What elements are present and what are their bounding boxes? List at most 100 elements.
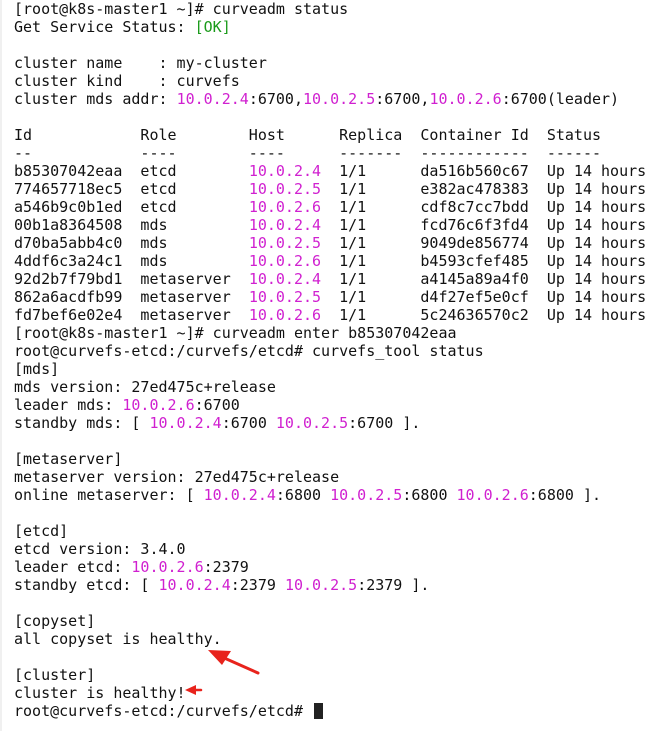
terminal-output: [root@k8s-master1 ~]# curveadm status Get… bbox=[14, 0, 652, 720]
terminal-text: standby mds: [ bbox=[14, 414, 150, 432]
terminal-text: :6700, bbox=[248, 90, 303, 108]
terminal-text: cluster is healthy! bbox=[14, 684, 186, 702]
terminal-line: standby etcd: [ 10.0.2.4:2379 10.0.2.5:2… bbox=[14, 576, 652, 594]
ip-address: 10.0.2.6 bbox=[122, 396, 195, 414]
terminal-text: :6700 bbox=[194, 396, 240, 414]
terminal-text: [etcd] bbox=[14, 522, 69, 540]
terminal-text: :6700(leader) bbox=[501, 90, 620, 108]
ip-address: 10.0.2.6 bbox=[429, 90, 502, 108]
terminal-line: mds version: 27ed475c+release bbox=[14, 378, 652, 396]
terminal-line: cluster name : my-cluster bbox=[14, 54, 652, 72]
terminal-line: online metaserver: [ 10.0.2.4:6800 10.0.… bbox=[14, 486, 652, 504]
terminal-line: [etcd] bbox=[14, 522, 652, 540]
terminal-text: [copyset] bbox=[14, 612, 96, 630]
ip-address: 10.0.2.5 bbox=[248, 288, 322, 306]
terminal-text: :6700 ]. bbox=[348, 414, 421, 432]
ip-address: 10.0.2.4 bbox=[158, 576, 231, 594]
terminal-text: [root@k8s-master1 ~]# curveadm status bbox=[14, 0, 349, 18]
terminal-text: [metaserver] bbox=[14, 450, 123, 468]
terminal-line: [copyset] bbox=[14, 612, 652, 630]
terminal-text: 1/1 a4145a89a4f0 Up 14 hours bbox=[321, 270, 647, 288]
terminal-line: standby mds: [ 10.0.2.4:6700 10.0.2.5:67… bbox=[14, 414, 652, 432]
terminal-text: :6700, bbox=[375, 90, 430, 108]
terminal-line: root@curvefs-etcd:/curvefs/etcd# bbox=[14, 702, 652, 720]
terminal-line: fd7bef6e02e4 metaserver 10.0.2.6 1/1 5c2… bbox=[14, 306, 652, 324]
ip-address: 10.0.2.6 bbox=[248, 306, 322, 324]
ip-address: 10.0.2.5 bbox=[248, 180, 322, 198]
terminal-text: all copyset is healthy. bbox=[14, 630, 222, 648]
terminal-text: -- ---- ---- ------- ------------ ------ bbox=[14, 144, 601, 162]
terminal-text: :6800 bbox=[402, 486, 457, 504]
terminal-text: cluster kind : curvefs bbox=[14, 72, 240, 90]
terminal-text: root@curvefs-etcd:/curvefs/etcd# curvefs… bbox=[14, 342, 484, 360]
terminal-text: Id Role Host Replica Container Id Status bbox=[14, 126, 601, 144]
terminal-line: -- ---- ---- ------- ------------ ------ bbox=[14, 144, 652, 162]
terminal-line: leader mds: 10.0.2.6:6700 bbox=[14, 396, 652, 414]
ip-address: 10.0.2.4 bbox=[203, 486, 276, 504]
terminal-line: b85307042eaa etcd 10.0.2.4 1/1 da516b560… bbox=[14, 162, 652, 180]
terminal-text: metaserver version: 27ed475c+release bbox=[14, 468, 340, 486]
terminal-line: 774657718ec5 etcd 10.0.2.5 1/1 e382ac478… bbox=[14, 180, 652, 198]
terminal-line: cluster mds addr: 10.0.2.4:6700,10.0.2.5… bbox=[14, 90, 652, 108]
terminal-text: 1/1 d4f27ef5e0cf Up 14 hours bbox=[321, 288, 647, 306]
terminal-line: 00b1a8364508 mds 10.0.2.4 1/1 fcd76c6f3f… bbox=[14, 216, 652, 234]
ip-address: 10.0.2.5 bbox=[275, 414, 349, 432]
terminal-line: [root@k8s-master1 ~]# curveadm status bbox=[14, 0, 652, 18]
terminal-line: etcd version: 3.4.0 bbox=[14, 540, 652, 558]
terminal-line: cluster kind : curvefs bbox=[14, 72, 652, 90]
ip-address: 10.0.2.4 bbox=[149, 414, 222, 432]
terminal-line: Get Service Status: [OK] bbox=[14, 18, 652, 36]
terminal-text: :2379 ]. bbox=[357, 576, 430, 594]
terminal-text: 774657718ec5 etcd bbox=[14, 180, 249, 198]
terminal-text: [root@k8s-master1 ~]# curveadm enter b85… bbox=[14, 324, 457, 342]
terminal-line: [mds] bbox=[14, 360, 652, 378]
terminal-text: cluster name : my-cluster bbox=[14, 54, 267, 72]
terminal-text: 1/1 cdf8c7cc7bdd Up 14 hours bbox=[321, 198, 647, 216]
terminal-text: d70ba5abb4c0 mds bbox=[14, 234, 249, 252]
terminal-line: [metaserver] bbox=[14, 450, 652, 468]
terminal-text: 1/1 b4593cfef485 Up 14 hours bbox=[321, 252, 647, 270]
terminal-text: cluster mds addr: bbox=[14, 90, 177, 108]
terminal-text: :2379 bbox=[230, 576, 285, 594]
terminal-text: mds version: 27ed475c+release bbox=[14, 378, 276, 396]
terminal-text: 00b1a8364508 mds bbox=[14, 216, 249, 234]
terminal-text: leader mds: bbox=[14, 396, 123, 414]
ip-address: 10.0.2.5 bbox=[284, 576, 358, 594]
terminal-text: leader etcd: bbox=[14, 558, 132, 576]
terminal-text: :6800 bbox=[275, 486, 331, 504]
terminal-line: cluster is healthy! bbox=[14, 684, 652, 702]
terminal-text: b85307042eaa etcd bbox=[14, 162, 249, 180]
terminal-line: all copyset is healthy. bbox=[14, 630, 652, 648]
terminal-text: 1/1 e382ac478383 Up 14 hours bbox=[321, 180, 647, 198]
terminal-text: 1/1 9049de856774 Up 14 hours bbox=[321, 234, 647, 252]
terminal-line: a546b9c0b1ed etcd 10.0.2.6 1/1 cdf8c7cc7… bbox=[14, 198, 652, 216]
terminal-text: 4ddf6c3a24c1 mds bbox=[14, 252, 249, 270]
terminal-cursor bbox=[314, 703, 324, 719]
terminal-line: [root@k8s-master1 ~]# curveadm enter b85… bbox=[14, 324, 652, 342]
terminal-window[interactable]: [root@k8s-master1 ~]# curveadm status Get… bbox=[0, 0, 652, 731]
terminal-text: root@curvefs-etcd:/curvefs/etcd# bbox=[14, 702, 313, 720]
ip-address: 10.0.2.5 bbox=[303, 90, 376, 108]
terminal-text: standby etcd: [ bbox=[14, 576, 159, 594]
terminal-text: [cluster] bbox=[14, 666, 96, 684]
terminal-text: 1/1 fcd76c6f3fd4 Up 14 hours bbox=[321, 216, 647, 234]
terminal-left-border bbox=[0, 0, 2, 731]
terminal-text: 92d2b7f79bd1 metaserver bbox=[14, 270, 249, 288]
ip-address: 10.0.2.4 bbox=[176, 90, 249, 108]
terminal-line: 92d2b7f79bd1 metaserver 10.0.2.4 1/1 a41… bbox=[14, 270, 652, 288]
terminal-text: :6700 bbox=[221, 414, 276, 432]
terminal-line: [cluster] bbox=[14, 666, 652, 684]
ip-address: 10.0.2.6 bbox=[248, 198, 322, 216]
terminal-text: a546b9c0b1ed etcd bbox=[14, 198, 249, 216]
status-ok-badge: [OK] bbox=[194, 18, 231, 36]
terminal-text: [mds] bbox=[14, 360, 60, 378]
terminal-line: d70ba5abb4c0 mds 10.0.2.5 1/1 9049de8567… bbox=[14, 234, 652, 252]
terminal-line: metaserver version: 27ed475c+release bbox=[14, 468, 652, 486]
ip-address: 10.0.2.5 bbox=[248, 234, 322, 252]
terminal-text: 1/1 da516b560c67 Up 14 hours bbox=[321, 162, 647, 180]
